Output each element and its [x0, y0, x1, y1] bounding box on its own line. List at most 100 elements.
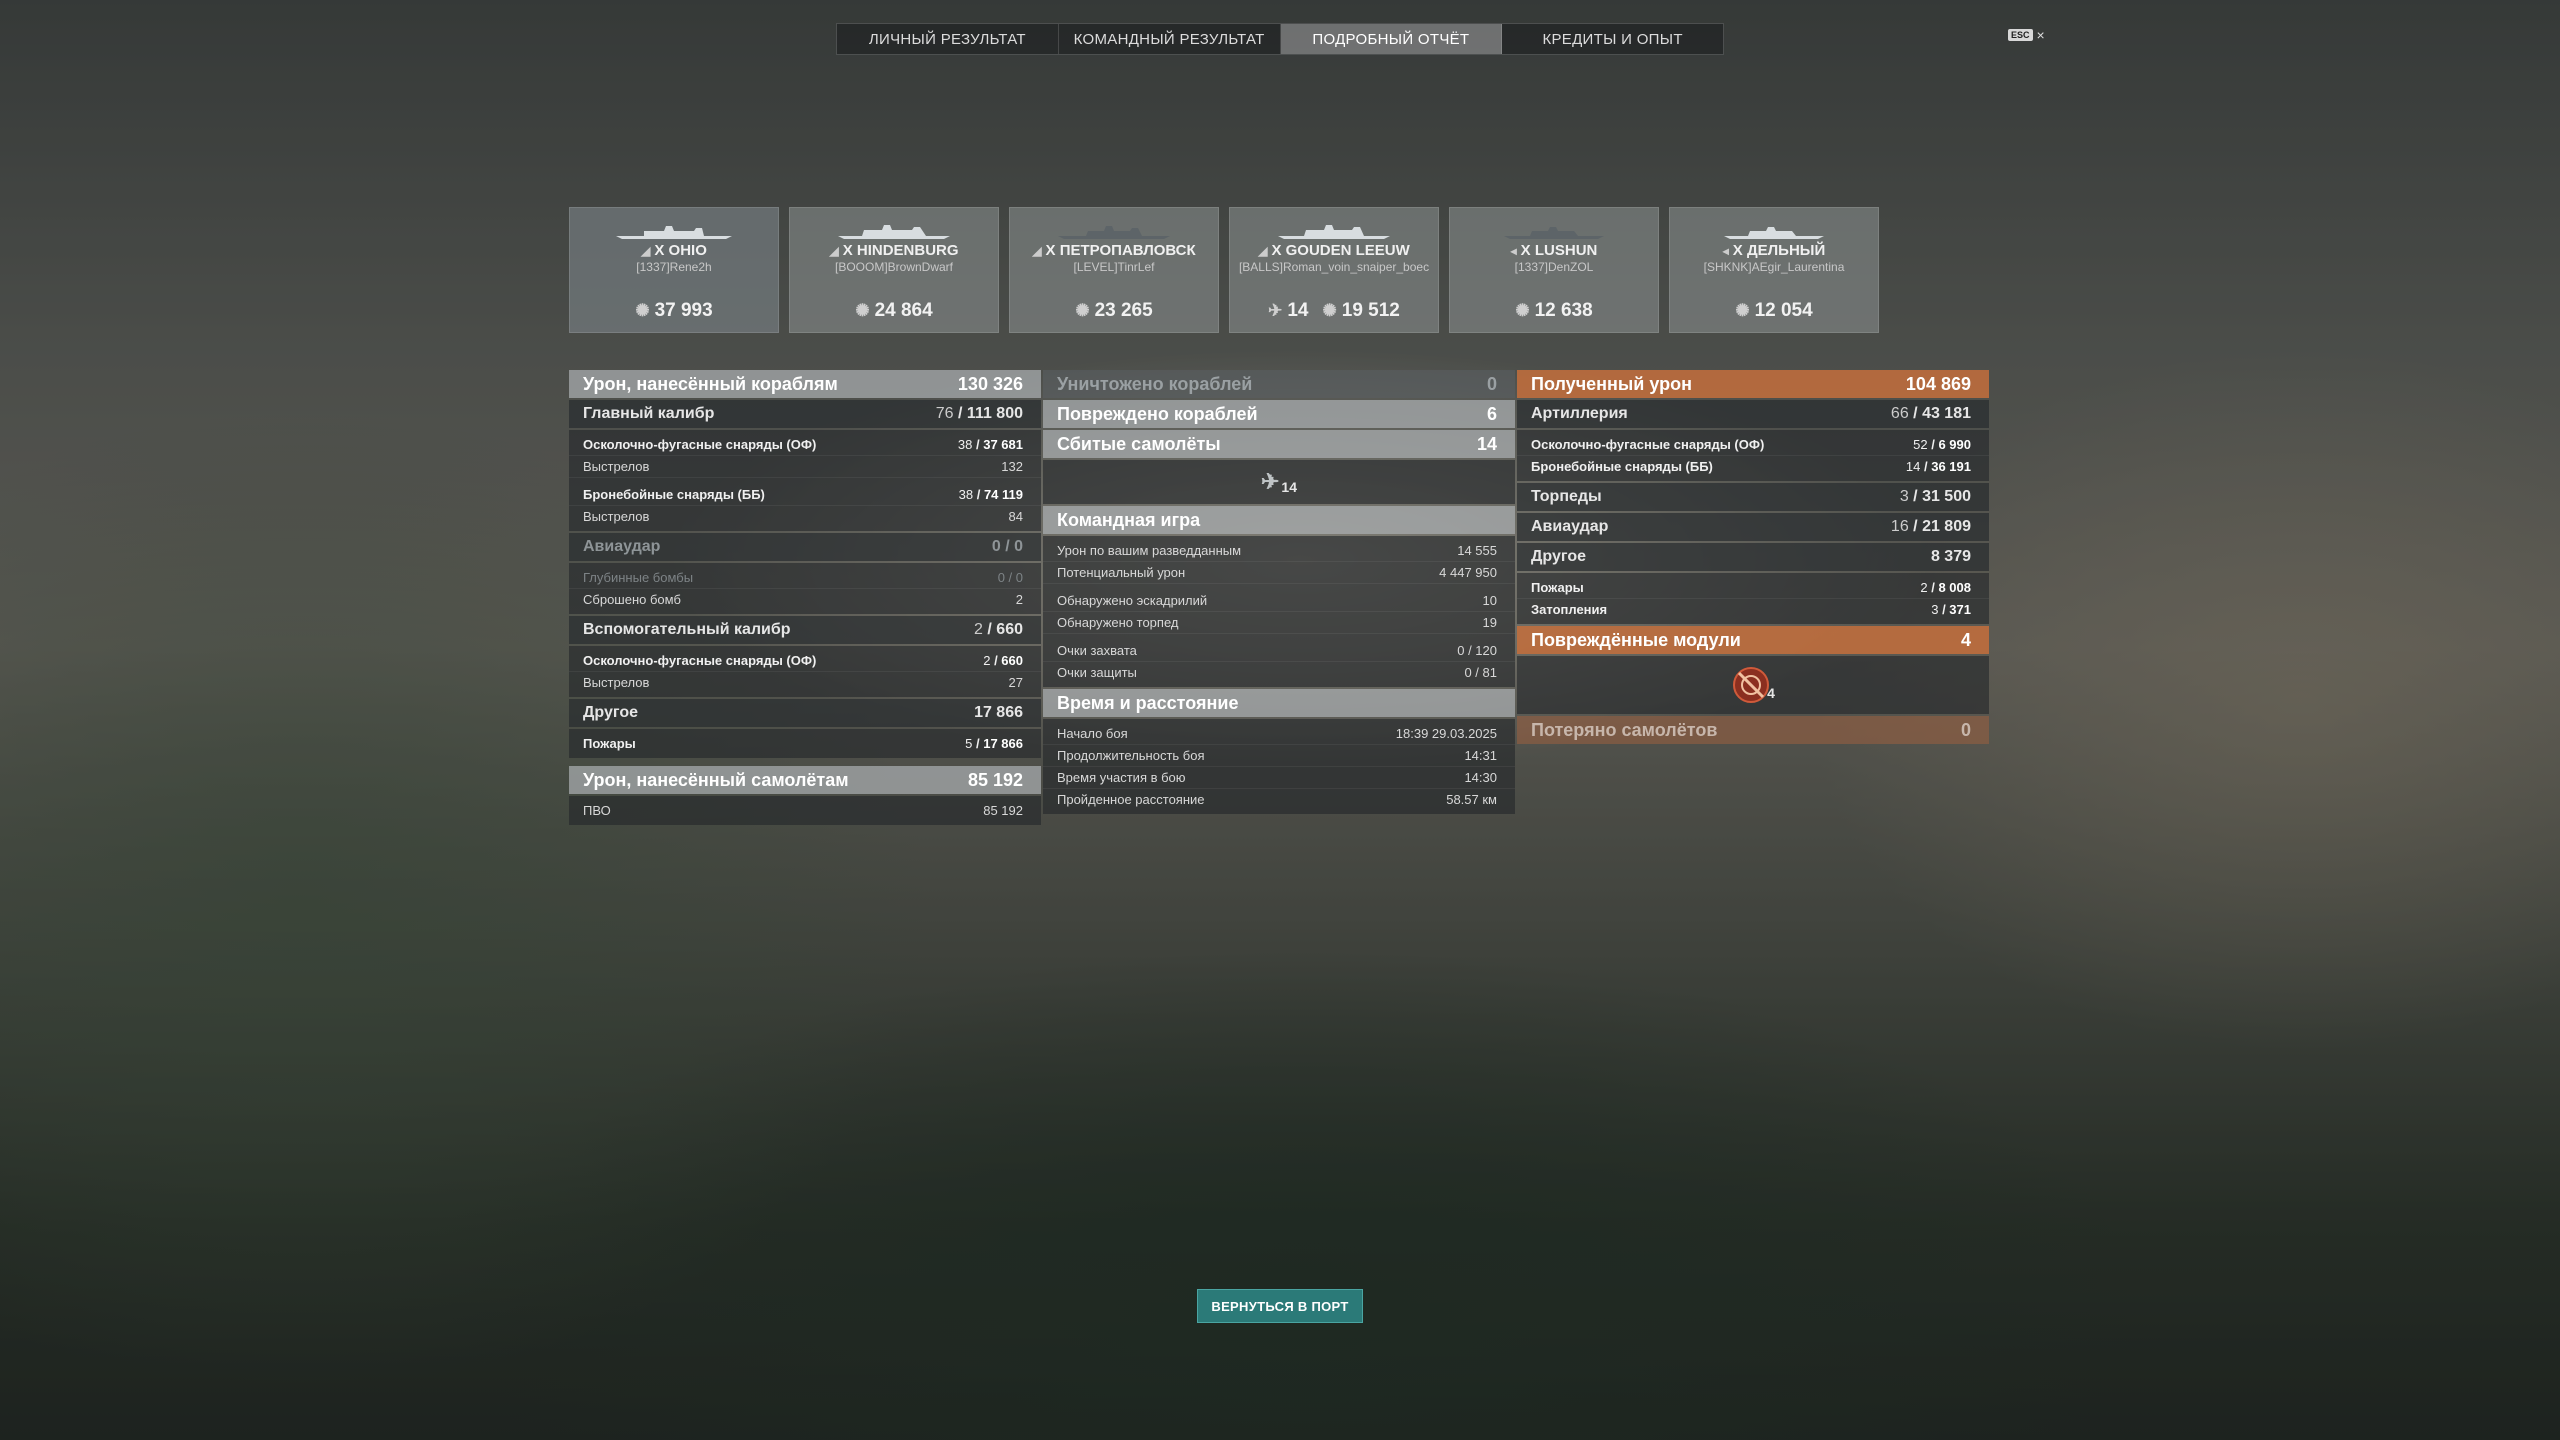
- player-name: [1337]DenZOL: [1514, 260, 1594, 274]
- label: Пожары: [583, 736, 636, 751]
- value: 58.57 км: [1446, 792, 1497, 807]
- label: Сбитые самолёты: [1057, 433, 1221, 454]
- hits: 5: [965, 736, 973, 751]
- damage-value: 12 638: [1534, 300, 1593, 321]
- ship-name: ◂ X ДЕЛЬНЫЙ: [1670, 242, 1878, 259]
- plane-shot-icon: ✈: [1260, 469, 1280, 494]
- card-stats: ✺ 24 864: [790, 300, 998, 322]
- value: 3 / 371: [1931, 602, 1971, 617]
- ship-card[interactable]: ◢ X OHIO [1337]Rene2h ✺ 37 993: [569, 207, 779, 333]
- other-details: Пожары 5 / 17 866: [569, 729, 1041, 758]
- value: 2: [1015, 592, 1023, 607]
- label: Обнаружено эскадрилий: [1057, 593, 1208, 608]
- damage-icon: ✺: [855, 301, 870, 320]
- label: Очки защиты: [1057, 665, 1137, 680]
- value: 16 / 21 809: [1890, 518, 1971, 535]
- damage-dealt-column: Урон, нанесённый кораблям 130 326 Главный…: [569, 370, 1041, 827]
- he-shells-row: Осколочно-фугасные снаряды (ОФ) 2 / 660: [569, 650, 1041, 672]
- tab-team[interactable]: КОМАНДНЫЙ РЕЗУЛЬТАТ: [1059, 24, 1281, 54]
- tab-personal[interactable]: ЛИЧНЫЙ РЕЗУЛЬТАТ: [837, 24, 1059, 54]
- tab-detailed-report[interactable]: ПОДРОБНЫЙ ОТЧЁТ: [1280, 24, 1503, 54]
- other-damage-row: Другое 17 866: [569, 699, 1041, 727]
- value: 52 / 6 990: [1913, 437, 1971, 452]
- value: 66 / 43 181: [1890, 405, 1971, 422]
- team-play-details: Урон по вашим разведданным 14 555 Потенци…: [1043, 536, 1515, 687]
- artillery-row: Артиллерия 66 / 43 181: [1517, 400, 1989, 428]
- other-details: Пожары 2 / 8 008 Затопления 3 / 371: [1517, 573, 1989, 624]
- ship-tier: X: [1520, 242, 1531, 259]
- label: Пожары: [1531, 580, 1584, 595]
- ship-card[interactable]: ◢ X HINDENBURG [BOOOM]BrownDwarf ✺ 24 864: [789, 207, 999, 333]
- main-battery-row: Главный калибр 76 / 111 800: [569, 400, 1041, 428]
- damage: 31 500: [1922, 488, 1971, 505]
- ship-silhouette-icon: [838, 225, 950, 239]
- value: 0: [1960, 719, 1971, 740]
- label: Время и расстояние: [1057, 692, 1239, 713]
- ship-name: ◢ X HINDENBURG: [790, 242, 998, 259]
- damage: 371: [1949, 602, 1971, 617]
- return-to-port-button[interactable]: ВЕРНУТЬСЯ В ПОРТ: [1197, 1289, 1363, 1323]
- damage-stat: ✺ 12 638: [1515, 300, 1592, 322]
- label: Вспомогательный калибр: [583, 621, 791, 638]
- close-button[interactable]: ESC ×: [2008, 27, 2045, 43]
- value: 0 / 120: [1457, 643, 1497, 658]
- label: Очки захвата: [1057, 643, 1137, 658]
- value: 38 / 37 681: [957, 437, 1023, 452]
- damage-to-planes-header: Урон, нанесённый самолётам 85 192: [569, 766, 1041, 794]
- ship-silhouette-icon: [1504, 227, 1604, 239]
- value: 19: [1482, 615, 1497, 630]
- planes-lost-header: Потеряно самолётов 0: [1517, 716, 1989, 744]
- air-strike-row: Авиаудар 16 / 21 809: [1517, 513, 1989, 541]
- label: Бронебойные снаряды (ББ): [583, 487, 765, 502]
- ship-cards: ◢ X OHIO [1337]Rene2h ✺ 37 993 ◢ X HINDENBU…: [569, 207, 1879, 333]
- hits: 52: [1913, 437, 1928, 452]
- label: Авиаудар: [583, 538, 661, 555]
- ship-name-text: OHIO: [668, 242, 707, 259]
- damage: 37 681: [983, 437, 1023, 452]
- ship-card[interactable]: ◢ X GOUDEN LEEUW [BALLS]Roman_voin_snaipe…: [1229, 207, 1439, 333]
- value: 17 866: [974, 704, 1023, 721]
- ship-name-text: HINDENBURG: [856, 242, 959, 259]
- damaged-modules-header: Повреждённые модули 4: [1517, 626, 1989, 654]
- label: Артиллерия: [1531, 405, 1628, 422]
- ship-card[interactable]: ◢ X ПЕТРОПАВЛОВСК [LEVEL]TinrLef ✺ 23 265: [1009, 207, 1219, 333]
- ship-card[interactable]: ◂ X LUSHUN [1337]DenZOL ✺ 12 638: [1449, 207, 1659, 333]
- squadrons-spotted-row: Обнаружено эскадрилий 10: [1043, 590, 1515, 612]
- value: 84: [1008, 509, 1023, 524]
- damage-icon: ✺: [1322, 301, 1337, 320]
- close-icon: ×: [2036, 27, 2045, 43]
- label: Потеряно самолётов: [1531, 719, 1718, 740]
- player-name: [BALLS]Roman_voin_snaiper_boec: [1238, 260, 1430, 274]
- value: 5 / 17 866: [965, 736, 1023, 751]
- label: Продолжительность боя: [1057, 748, 1205, 763]
- hits: 2: [1920, 580, 1928, 595]
- damage-icon: ✺: [635, 301, 650, 320]
- label: Начало боя: [1057, 726, 1128, 741]
- label: Командная игра: [1057, 509, 1201, 530]
- artillery-details: Осколочно-фугасные снаряды (ОФ) 52 / 6 99…: [1517, 430, 1989, 481]
- ship-tier: X: [654, 242, 665, 259]
- damage-stat: ✺ 19 512: [1323, 300, 1400, 322]
- label: Обнаружено торпед: [1057, 615, 1179, 630]
- torpedoes-spotted-row: Обнаружено торпед 19: [1043, 612, 1515, 634]
- damaged-module-icon: [1733, 667, 1770, 703]
- time-distance-header: Время и расстояние: [1043, 689, 1515, 717]
- ship-name: ◢ X ПЕТРОПАВЛОВСК: [1010, 242, 1218, 259]
- card-stats: ✺ 12 638: [1450, 300, 1658, 322]
- hits: 2: [983, 653, 991, 668]
- label: Урон по вашим разведданным: [1057, 543, 1242, 558]
- label: Авиаудар: [1531, 518, 1609, 535]
- player-name: [1337]Rene2h: [636, 260, 712, 274]
- other-damage-row: Другое 8 379: [1517, 543, 1989, 571]
- ship-name-text: ПЕТРОПАВЛОВСК: [1059, 242, 1196, 259]
- label: Торпеды: [1531, 488, 1602, 505]
- ship-card[interactable]: ◂ X ДЕЛЬНЫЙ [SHKNK]AEgir_Laurentina ✺ 12 0…: [1669, 207, 1879, 333]
- ship-tier: X: [1271, 242, 1282, 259]
- depth-charges-row: Глубинные бомбы 0 / 0: [569, 567, 1041, 589]
- card-stats: ✺ 37 993: [570, 300, 778, 322]
- damage-value: 24 864: [874, 300, 933, 321]
- value: 6: [1486, 403, 1497, 424]
- ship-tier: X: [842, 242, 853, 259]
- label: Потенциальный урон: [1057, 565, 1186, 580]
- tab-credits-xp[interactable]: КРЕДИТЫ И ОПЫТ: [1502, 24, 1723, 54]
